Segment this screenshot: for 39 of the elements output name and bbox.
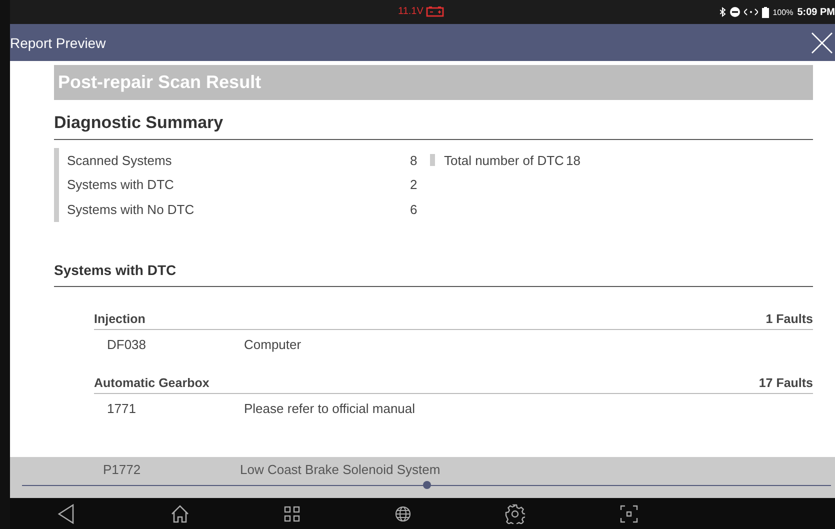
back-icon[interactable] [57, 504, 76, 524]
home-icon[interactable] [170, 504, 190, 524]
system-name: Injection [94, 312, 146, 326]
do-not-disturb-icon [730, 7, 740, 17]
dtc-code: P1772 [102, 462, 142, 476]
summary-heading: Diagnostic Summary [54, 113, 813, 140]
grid-icon[interactable] [284, 506, 300, 522]
section-heading: Systems with DTC [54, 262, 813, 286]
summary-label: Total number of DTC [444, 152, 565, 168]
battery-percent: 100% [772, 8, 794, 16]
close-icon[interactable] [811, 32, 833, 54]
dtc-code: 1771 [106, 401, 137, 416]
row-marker [430, 154, 435, 166]
dtc-code: DF038 [106, 337, 148, 352]
settings-icon[interactable] [505, 504, 526, 524]
fault-count: 17 Faults [758, 376, 813, 390]
signal-icon [744, 7, 758, 17]
dtc-description: Low Coast Brake Solenoid System [240, 462, 440, 476]
dtc-description: Computer [244, 337, 302, 352]
summary-label: Systems with DTC [67, 177, 175, 192]
report-heading: Post-repair Scan Result [58, 72, 262, 93]
summary-value: 8 [410, 152, 418, 168]
clock-time: 5:09 PM [797, 6, 835, 18]
dtc-description: Please refer to official manual [244, 401, 416, 416]
battery-icon [762, 6, 769, 18]
summary-label: Scanned Systems [67, 152, 173, 168]
system-name: Automatic Gearbox [94, 376, 210, 390]
car-battery-icon [426, 6, 444, 17]
summary-value: 6 [410, 202, 418, 217]
globe-icon[interactable] [394, 506, 411, 522]
summary-value: 2 [410, 177, 418, 192]
bluetooth-icon [720, 7, 726, 17]
screenshot-icon[interactable] [620, 504, 638, 522]
fault-count: 1 Faults [766, 312, 813, 326]
voltage-reading: 11.1V [398, 6, 424, 17]
summary-value: 18 [566, 152, 580, 168]
window-title: Report Preview [10, 34, 106, 50]
slider-thumb[interactable] [422, 481, 430, 489]
summary-label: Systems with No DTC [67, 202, 196, 217]
